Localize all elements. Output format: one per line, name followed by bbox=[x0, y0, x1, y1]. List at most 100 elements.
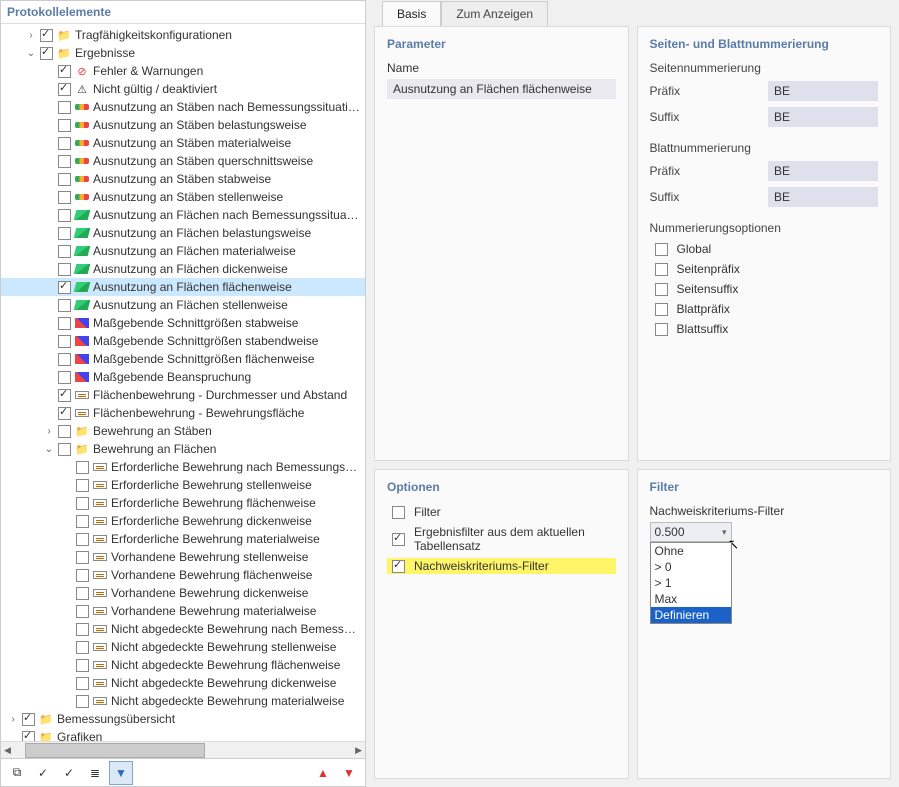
tree-checkbox[interactable] bbox=[58, 209, 71, 222]
tree-row[interactable]: Ausnutzung an Stäben materialweise bbox=[1, 134, 365, 152]
tree-checkbox[interactable] bbox=[40, 47, 53, 60]
expand-icon[interactable]: ⌄ bbox=[25, 48, 37, 59]
tree-view[interactable]: ›📁Tragfähigkeitskonfigurationen⌄📁Ergebni… bbox=[1, 24, 365, 741]
tree-checkbox[interactable] bbox=[58, 173, 71, 186]
move-up-icon[interactable]: ▲ bbox=[311, 761, 335, 785]
tree-row[interactable]: ⌄📁Bewehrung an Flächen bbox=[1, 440, 365, 458]
tree-checkbox[interactable] bbox=[58, 137, 71, 150]
tree-row[interactable]: Ausnutzung an Stäben stellenweise bbox=[1, 188, 365, 206]
tree-row[interactable]: Erforderliche Bewehrung flächenweise bbox=[1, 494, 365, 512]
tree-checkbox[interactable] bbox=[58, 371, 71, 384]
tree-row[interactable]: ›📁Bewehrung an Stäben bbox=[1, 422, 365, 440]
tree-row[interactable]: 📁Grafiken bbox=[1, 728, 365, 741]
tree-row[interactable]: Nicht abgedeckte Bewehrung materialweise bbox=[1, 692, 365, 710]
tree-row[interactable]: Erforderliche Bewehrung nach Bemessungss… bbox=[1, 458, 365, 476]
tree-checkbox[interactable] bbox=[76, 641, 89, 654]
toolbar-uncheck-icon[interactable]: ✓ bbox=[57, 761, 81, 785]
tree-row[interactable]: Maßgebende Schnittgrößen stabweise bbox=[1, 314, 365, 332]
move-down-icon[interactable]: ▼ bbox=[337, 761, 361, 785]
tree-checkbox[interactable] bbox=[76, 605, 89, 618]
tree-checkbox[interactable] bbox=[58, 407, 71, 420]
tree-checkbox[interactable] bbox=[76, 695, 89, 708]
tree-checkbox[interactable] bbox=[58, 263, 71, 276]
tree-row[interactable]: Flächenbewehrung - Durchmesser und Absta… bbox=[1, 386, 365, 404]
tree-checkbox[interactable] bbox=[76, 659, 89, 672]
tree-checkbox[interactable] bbox=[58, 425, 71, 438]
tree-row[interactable]: Nicht abgedeckte Bewehrung flächenweise bbox=[1, 656, 365, 674]
tree-row[interactable]: Ausnutzung an Flächen dickenweise bbox=[1, 260, 365, 278]
criterion-dropdown[interactable]: 0.500▾ ↖ Ohne> 0> 1MaxDefinieren bbox=[650, 522, 732, 542]
tree-checkbox[interactable] bbox=[58, 227, 71, 240]
toolbar-copy-icon[interactable]: ⧉ bbox=[5, 761, 29, 785]
sheet-prefix-input[interactable] bbox=[768, 161, 878, 181]
tree-checkbox[interactable] bbox=[76, 479, 89, 492]
tree-checkbox[interactable] bbox=[76, 497, 89, 510]
tree-row[interactable]: ›📁Tragfähigkeitskonfigurationen bbox=[1, 26, 365, 44]
tree-row[interactable]: Maßgebende Beanspruchung bbox=[1, 368, 365, 386]
tree-checkbox[interactable] bbox=[22, 713, 35, 726]
tree-row[interactable]: ⚠Nicht gültig / deaktiviert bbox=[1, 80, 365, 98]
tree-row[interactable]: Nicht abgedeckte Bewehrung nach Bemessun… bbox=[1, 620, 365, 638]
tree-checkbox[interactable] bbox=[58, 245, 71, 258]
tree-row[interactable]: Ausnutzung an Flächen flächenweise bbox=[1, 278, 365, 296]
tree-checkbox[interactable] bbox=[58, 353, 71, 366]
tree-row[interactable]: Ausnutzung an Flächen belastungsweise bbox=[1, 224, 365, 242]
tree-row[interactable]: Ausnutzung an Flächen materialweise bbox=[1, 242, 365, 260]
tree-row[interactable]: Nicht abgedeckte Bewehrung stellenweise bbox=[1, 638, 365, 656]
scrollbar-thumb[interactable] bbox=[25, 743, 205, 758]
tree-checkbox[interactable] bbox=[58, 119, 71, 132]
tree-row[interactable]: Ausnutzung an Stäben stabweise bbox=[1, 170, 365, 188]
tree-row[interactable]: Erforderliche Bewehrung dickenweise bbox=[1, 512, 365, 530]
checkbox-resultfilter[interactable] bbox=[392, 533, 405, 546]
expand-icon[interactable]: › bbox=[43, 426, 55, 437]
tree-checkbox[interactable] bbox=[76, 587, 89, 600]
tree-row[interactable]: Maßgebende Schnittgrößen flächenweise bbox=[1, 350, 365, 368]
dropdown-list[interactable]: Ohne> 0> 1MaxDefinieren bbox=[650, 542, 732, 624]
tree-checkbox[interactable] bbox=[58, 335, 71, 348]
tree-row[interactable]: ›📁Bemessungsübersicht bbox=[1, 710, 365, 728]
dropdown-item[interactable]: Ohne bbox=[651, 543, 731, 559]
tree-checkbox[interactable] bbox=[76, 551, 89, 564]
checkbox-seitenpräfix[interactable] bbox=[655, 263, 668, 276]
tree-row[interactable]: Flächenbewehrung - Bewehrungsfläche bbox=[1, 404, 365, 422]
tree-checkbox[interactable] bbox=[58, 155, 71, 168]
tree-row[interactable]: Ausnutzung an Stäben nach Bemessungssitu… bbox=[1, 98, 365, 116]
tree-checkbox[interactable] bbox=[76, 461, 89, 474]
toolbar-filter-icon[interactable]: ▼ bbox=[109, 761, 133, 785]
tree-row[interactable]: Ausnutzung an Stäben belastungsweise bbox=[1, 116, 365, 134]
tree-row[interactable]: Ausnutzung an Flächen stellenweise bbox=[1, 296, 365, 314]
sheet-suffix-input[interactable] bbox=[768, 187, 878, 207]
tree-row[interactable]: Erforderliche Bewehrung stellenweise bbox=[1, 476, 365, 494]
tree-checkbox[interactable] bbox=[58, 281, 71, 294]
tree-row[interactable]: Maßgebende Schnittgrößen stabendweise bbox=[1, 332, 365, 350]
tree-row[interactable]: ⌄📁Ergebnisse bbox=[1, 44, 365, 62]
dropdown-item[interactable]: > 0 bbox=[651, 559, 731, 575]
tree-row[interactable]: Vorhandene Bewehrung dickenweise bbox=[1, 584, 365, 602]
tree-row[interactable]: Vorhandene Bewehrung stellenweise bbox=[1, 548, 365, 566]
tree-checkbox[interactable] bbox=[58, 317, 71, 330]
tree-row[interactable]: Vorhandene Bewehrung flächenweise bbox=[1, 566, 365, 584]
horizontal-scrollbar[interactable]: ◀ ▶ bbox=[1, 741, 365, 758]
tree-checkbox[interactable] bbox=[58, 191, 71, 204]
checkbox-seitensuffix[interactable] bbox=[655, 283, 668, 296]
tree-checkbox[interactable] bbox=[76, 533, 89, 546]
checkbox-blattpräfix[interactable] bbox=[655, 303, 668, 316]
toolbar-check-icon[interactable]: ✓ bbox=[31, 761, 55, 785]
tab-basis[interactable]: Basis bbox=[382, 1, 441, 26]
dropdown-item[interactable]: Definieren bbox=[651, 607, 731, 623]
tree-checkbox[interactable] bbox=[58, 389, 71, 402]
checkbox-criterion-filter[interactable] bbox=[392, 560, 405, 573]
tree-row[interactable]: ⊘Fehler & Warnungen bbox=[1, 62, 365, 80]
tree-checkbox[interactable] bbox=[58, 443, 71, 456]
checkbox-filter[interactable] bbox=[392, 506, 405, 519]
tree-row[interactable]: Vorhandene Bewehrung materialweise bbox=[1, 602, 365, 620]
expand-icon[interactable]: › bbox=[7, 714, 19, 725]
tree-checkbox[interactable] bbox=[58, 65, 71, 78]
tree-checkbox[interactable] bbox=[22, 731, 35, 742]
tree-checkbox[interactable] bbox=[40, 29, 53, 42]
tree-checkbox[interactable] bbox=[58, 101, 71, 114]
checkbox-global[interactable] bbox=[655, 243, 668, 256]
dropdown-item[interactable]: Max bbox=[651, 591, 731, 607]
dropdown-item[interactable]: > 1 bbox=[651, 575, 731, 591]
tab-anzeigen[interactable]: Zum Anzeigen bbox=[441, 1, 548, 26]
